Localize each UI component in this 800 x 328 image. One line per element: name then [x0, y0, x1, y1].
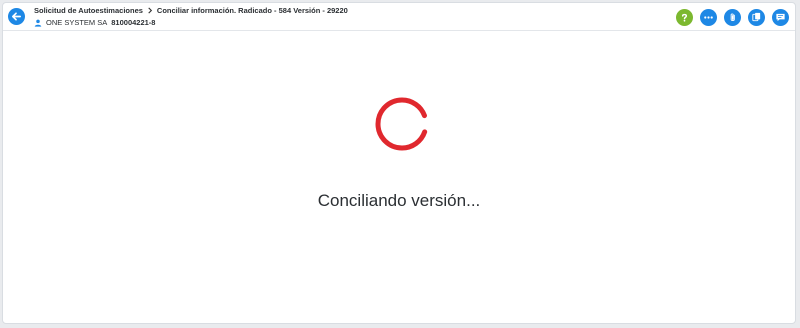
more-icon	[704, 16, 713, 19]
attachment-button[interactable]	[724, 9, 741, 26]
user-name: ONE SYSTEM SA	[46, 18, 108, 27]
breadcrumb-item-solicitud[interactable]: Solicitud de Autoestimaciones	[34, 6, 143, 15]
breadcrumb: Solicitud de Autoestimaciones Conciliar …	[34, 6, 348, 15]
user-nit: 810004221-8	[111, 18, 156, 27]
comment-button[interactable]	[772, 9, 789, 26]
copy-button[interactable]	[748, 9, 765, 26]
arrow-left-icon	[12, 12, 21, 21]
help-button[interactable]	[676, 9, 693, 26]
copy-icon	[752, 12, 761, 22]
back-button[interactable]	[8, 8, 25, 25]
user-icon	[34, 19, 42, 27]
user-info: ONE SYSTEM SA 810004221-8	[34, 18, 155, 27]
help-icon	[681, 13, 688, 22]
breadcrumb-item-current: Conciliar información. Radicado - 584 Ve…	[156, 6, 348, 15]
main-content: Conciliando versión...	[3, 31, 795, 323]
more-options-button[interactable]	[700, 9, 717, 26]
header-actions	[676, 9, 789, 26]
loading-spinner	[375, 97, 429, 151]
comment-icon	[776, 13, 785, 22]
chevron-right-icon	[148, 7, 153, 14]
app-window: Solicitud de Autoestimaciones Conciliar …	[2, 2, 796, 324]
loading-message: Conciliando versión...	[317, 191, 481, 210]
attachment-icon	[730, 13, 735, 21]
page-header: Solicitud de Autoestimaciones Conciliar …	[3, 3, 795, 31]
